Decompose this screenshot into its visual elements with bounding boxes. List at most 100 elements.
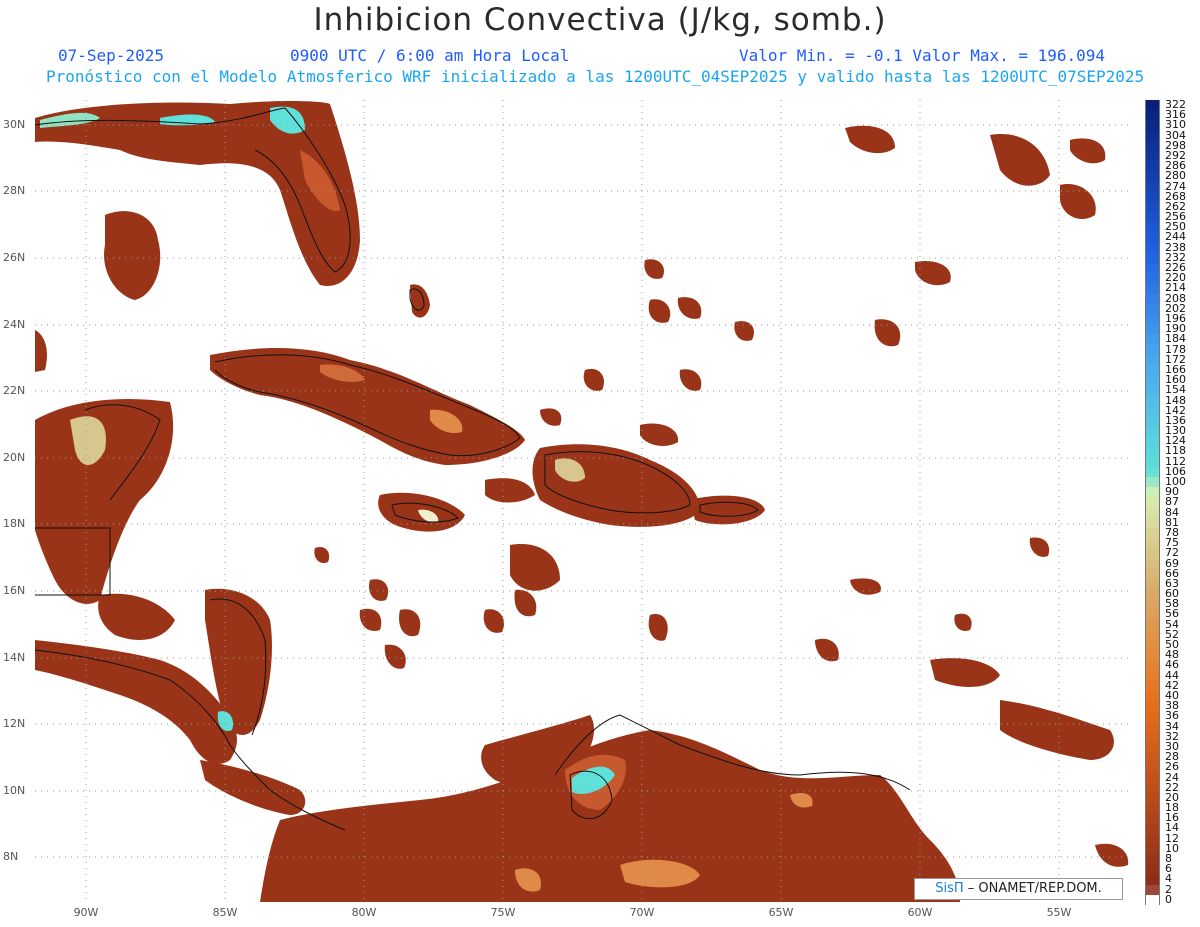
- legend-color-cell: [1146, 110, 1159, 121]
- legend-color-cell: [1146, 589, 1159, 600]
- legend-color-cell: [1146, 782, 1159, 794]
- legend-color-cell: [1146, 385, 1159, 396]
- legend-color-cell: [1146, 273, 1159, 284]
- legend-color-cell: [1146, 283, 1159, 295]
- legend-color-cell: [1146, 548, 1159, 560]
- legend-color-cell: [1146, 619, 1159, 631]
- sispi-logo: SisΠ: [935, 881, 964, 896]
- legend-color-cell: [1146, 864, 1159, 875]
- legend-color-cell: [1146, 711, 1159, 723]
- lon-label-90w: 90W: [73, 906, 99, 919]
- legend-color-cell: [1146, 446, 1159, 458]
- legend-color-cell: [1146, 507, 1159, 519]
- legend-color-cell: [1146, 354, 1159, 366]
- legend-color-cell: [1146, 497, 1159, 509]
- legend-color-cell: [1146, 140, 1159, 152]
- legend-color-cell: [1146, 640, 1159, 651]
- cin-map: [34, 100, 1133, 902]
- lat-label-20n: 20N: [3, 451, 26, 464]
- legend-color-cell: [1146, 762, 1159, 774]
- legend-color-cell: [1146, 741, 1159, 753]
- legend-color-cell: [1146, 670, 1159, 682]
- color-legend-bar: [1145, 100, 1160, 906]
- legend-color-cell: [1146, 884, 1159, 896]
- lat-label-18n: 18N: [3, 517, 26, 530]
- legend-color-cell: [1146, 527, 1159, 539]
- lat-label-10n: 10N: [3, 784, 26, 797]
- legend-color-cell: [1146, 650, 1159, 661]
- lon-label-70w: 70W: [629, 906, 655, 919]
- legend-color-cell: [1146, 752, 1159, 763]
- legend-color-cell: [1146, 803, 1159, 814]
- legend-color-cell: [1146, 130, 1159, 142]
- lat-label-24n: 24N: [3, 318, 26, 331]
- legend-color-cell: [1146, 181, 1159, 193]
- lon-label-75w: 75W: [490, 906, 516, 919]
- legend-color-cell: [1146, 303, 1159, 315]
- legend-color-cell: [1146, 161, 1159, 172]
- legend-color-cell: [1146, 874, 1159, 886]
- legend-color-cell: [1146, 212, 1159, 223]
- lon-label-65w: 65W: [768, 906, 794, 919]
- legend-color-cell: [1146, 171, 1159, 183]
- legend-color-cell: [1146, 436, 1159, 447]
- legend-color-cell: [1146, 629, 1159, 641]
- legend-color-cell: [1146, 680, 1159, 692]
- legend-color-cell: [1146, 701, 1159, 712]
- lat-label-14n: 14N: [3, 651, 26, 664]
- lat-label-8n: 8N: [3, 850, 19, 863]
- lat-label-12n: 12N: [3, 717, 26, 730]
- legend-color-cell: [1146, 201, 1159, 213]
- legend-color-cell: [1146, 191, 1159, 203]
- legend-color-cell: [1146, 660, 1159, 672]
- legend-color-cell: [1146, 894, 1159, 906]
- lon-label-80w: 80W: [351, 906, 377, 919]
- lat-label-22n: 22N: [3, 384, 26, 397]
- legend-color-cell: [1146, 854, 1159, 865]
- lat-label-28n: 28N: [3, 184, 26, 197]
- legend-color-cell: [1146, 823, 1159, 835]
- legend-color-cell: [1146, 477, 1159, 488]
- credit-box: SisΠ – ONAMET/REP.DOM.: [914, 878, 1123, 900]
- legend-color-cell: [1146, 456, 1159, 468]
- legend-color-cell: [1146, 293, 1159, 305]
- legend-color-cell: [1146, 833, 1159, 845]
- legend-color-cell: [1146, 263, 1159, 274]
- legend-color-cell: [1146, 691, 1159, 702]
- lon-label-55w: 55W: [1046, 906, 1072, 919]
- lat-label-16n: 16N: [3, 584, 26, 597]
- legend-color-cell: [1146, 578, 1159, 590]
- legend-color-cell: [1146, 843, 1159, 855]
- legend-color-cell: [1146, 792, 1159, 804]
- legend-color-cell: [1146, 517, 1159, 529]
- legend-color-cell: [1146, 232, 1159, 244]
- legend-color-cell: [1146, 487, 1159, 498]
- legend-color-cell: [1146, 731, 1159, 743]
- legend-color-cell: [1146, 222, 1159, 233]
- legend-color-cell: [1146, 599, 1159, 610]
- legend-color-cell: [1146, 609, 1159, 621]
- legend-color-cell: [1146, 375, 1159, 386]
- legend-color-cell: [1146, 313, 1159, 325]
- legend-color-cell: [1146, 324, 1159, 335]
- credit-text: – ONAMET/REP.DOM.: [967, 881, 1102, 896]
- legend-color-cell: [1146, 558, 1159, 570]
- legend-color-cell: [1146, 395, 1159, 407]
- legend-color-cell: [1146, 813, 1159, 824]
- legend-color-cell: [1146, 150, 1159, 162]
- lat-label-30n: 30N: [3, 118, 26, 131]
- legend-color-cell: [1146, 415, 1159, 427]
- lon-label-60w: 60W: [907, 906, 933, 919]
- legend-color-cell: [1146, 466, 1159, 478]
- legend-color-cell: [1146, 538, 1159, 549]
- legend-color-cell: [1146, 364, 1159, 376]
- legend-color-cell: [1146, 100, 1159, 111]
- legend-color-cell: [1146, 120, 1159, 132]
- legend-color-cell: [1146, 334, 1159, 346]
- legend-color-cell: [1146, 405, 1159, 417]
- lat-label-26n: 26N: [3, 251, 26, 264]
- legend-label: 0: [1165, 892, 1172, 906]
- legend-color-cell: [1146, 344, 1159, 356]
- legend-color-cell: [1146, 772, 1159, 784]
- legend-color-cell: [1146, 252, 1159, 264]
